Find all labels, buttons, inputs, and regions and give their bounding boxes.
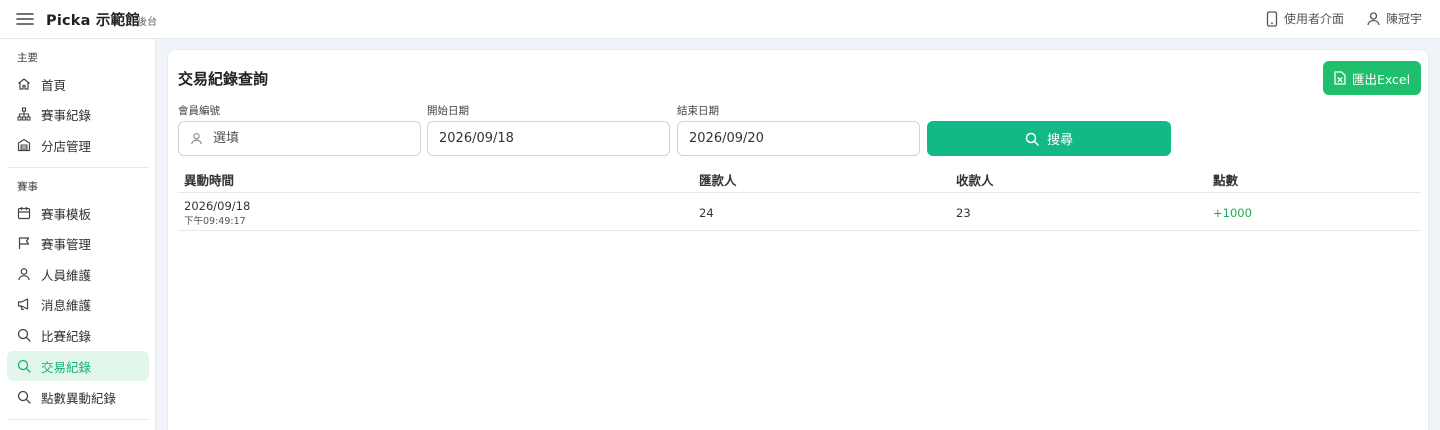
sidebar-divider: [8, 167, 149, 168]
sidebar-item-label: 賽事紀錄: [41, 107, 92, 123]
table-row-divider: [178, 230, 1421, 231]
search-icon: [17, 359, 31, 373]
member-id-field[interactable]: [178, 121, 421, 156]
brand-subtitle: 後台: [137, 17, 157, 28]
user-icon: [18, 268, 30, 281]
sidebar-item-label: 首頁: [41, 77, 67, 93]
flag-icon: [18, 237, 30, 249]
end-date-label: 結束日期: [677, 105, 719, 117]
sidebar-item-transaction-records[interactable]: 交易紀錄: [7, 351, 149, 381]
transaction-query-card: 交易紀錄查詢 匯出Excel 會員編號 開始日期 結束日期 搜尋 異動時間 匯款…: [167, 49, 1429, 430]
excel-file-icon: [1334, 71, 1346, 85]
user-icon: [1367, 12, 1380, 26]
sidebar-item-label: 賽事管理: [41, 236, 92, 252]
member-id-label: 會員編號: [178, 105, 220, 117]
table-header-divider: [178, 192, 1421, 193]
brand-title[interactable]: Picka 示範館: [46, 9, 140, 30]
sitemap-icon: [17, 107, 31, 121]
cell-receiver: 23: [956, 206, 971, 220]
sidebar-item-label: 比賽紀錄: [41, 328, 92, 344]
export-excel-label: 匯出Excel: [1351, 71, 1411, 87]
cell-points: +1000: [1213, 206, 1252, 220]
column-header-change-time: 異動時間: [184, 173, 235, 188]
start-date-label: 開始日期: [427, 105, 469, 117]
sidebar-item-label: 消息維護: [41, 297, 92, 313]
start-date-input[interactable]: [439, 131, 669, 146]
sidebar-item-home[interactable]: 首頁: [7, 69, 149, 99]
column-header-receiver: 收款人: [956, 173, 994, 188]
user-name: 陳冠宇: [1386, 12, 1423, 26]
end-date-input[interactable]: [689, 131, 919, 146]
user-view-link[interactable]: 使用者介面: [1265, 10, 1344, 27]
column-header-points: 點數: [1213, 173, 1239, 188]
cell-date: 2026/09/18: [184, 199, 251, 213]
sidebar-item-match-records[interactable]: 賽事紀錄: [7, 99, 149, 129]
sidebar-item-staff-maintenance[interactable]: 人員維護: [7, 259, 149, 289]
search-button-label: 搜尋: [1046, 133, 1073, 148]
top-header: Picka 示範館 後台 使用者介面 陳冠宇: [0, 0, 1440, 39]
search-icon: [1025, 132, 1039, 146]
sidebar-item-label: 賽事模板: [41, 206, 92, 222]
sidebar-item-label: 交易紀錄: [41, 359, 92, 375]
sidebar-item-event-templates[interactable]: 賽事模板: [7, 198, 149, 228]
sidebar-item-label: 分店管理: [41, 138, 92, 154]
search-icon: [17, 328, 31, 342]
cell-sender: 24: [699, 206, 714, 220]
megaphone-icon: [17, 298, 29, 311]
search-button[interactable]: 搜尋: [927, 121, 1171, 156]
sidebar: 主要 首頁 賽事紀錄 分店管理 賽事 賽事模板 賽事管理 人員維護 消息維護 比…: [0, 39, 156, 430]
sidebar-item-label: 人員維護: [41, 267, 92, 283]
cell-time: 下午09:49:17: [184, 216, 246, 227]
sidebar-section-main: 主要: [17, 52, 38, 64]
sidebar-item-label: 點數異動紀錄: [41, 390, 117, 406]
store-icon: [17, 138, 31, 152]
end-date-field[interactable]: [677, 121, 920, 156]
sidebar-item-match-history[interactable]: 比賽紀錄: [7, 320, 149, 350]
hamburger-menu-icon[interactable]: [16, 11, 34, 27]
user-icon: [191, 133, 202, 145]
calendar-icon: [17, 207, 31, 220]
page-title: 交易紀錄查詢: [178, 70, 269, 88]
sidebar-item-points-change-records[interactable]: 點數異動紀錄: [7, 382, 149, 412]
member-id-input[interactable]: [213, 131, 420, 146]
column-header-sender: 匯款人: [699, 173, 737, 188]
search-icon: [17, 390, 31, 404]
export-excel-button[interactable]: 匯出Excel: [1323, 61, 1421, 95]
sidebar-item-branch-management[interactable]: 分店管理: [7, 130, 149, 160]
sidebar-section-events: 賽事: [17, 181, 38, 193]
sidebar-item-event-management[interactable]: 賽事管理: [7, 228, 149, 258]
user-view-label: 使用者介面: [1284, 12, 1345, 26]
start-date-field[interactable]: [427, 121, 670, 156]
sidebar-divider: [8, 419, 149, 420]
home-icon: [18, 78, 30, 90]
phone-icon: [1266, 10, 1278, 27]
sidebar-item-news-maintenance[interactable]: 消息維護: [7, 289, 149, 319]
user-menu[interactable]: 陳冠宇: [1366, 10, 1422, 27]
